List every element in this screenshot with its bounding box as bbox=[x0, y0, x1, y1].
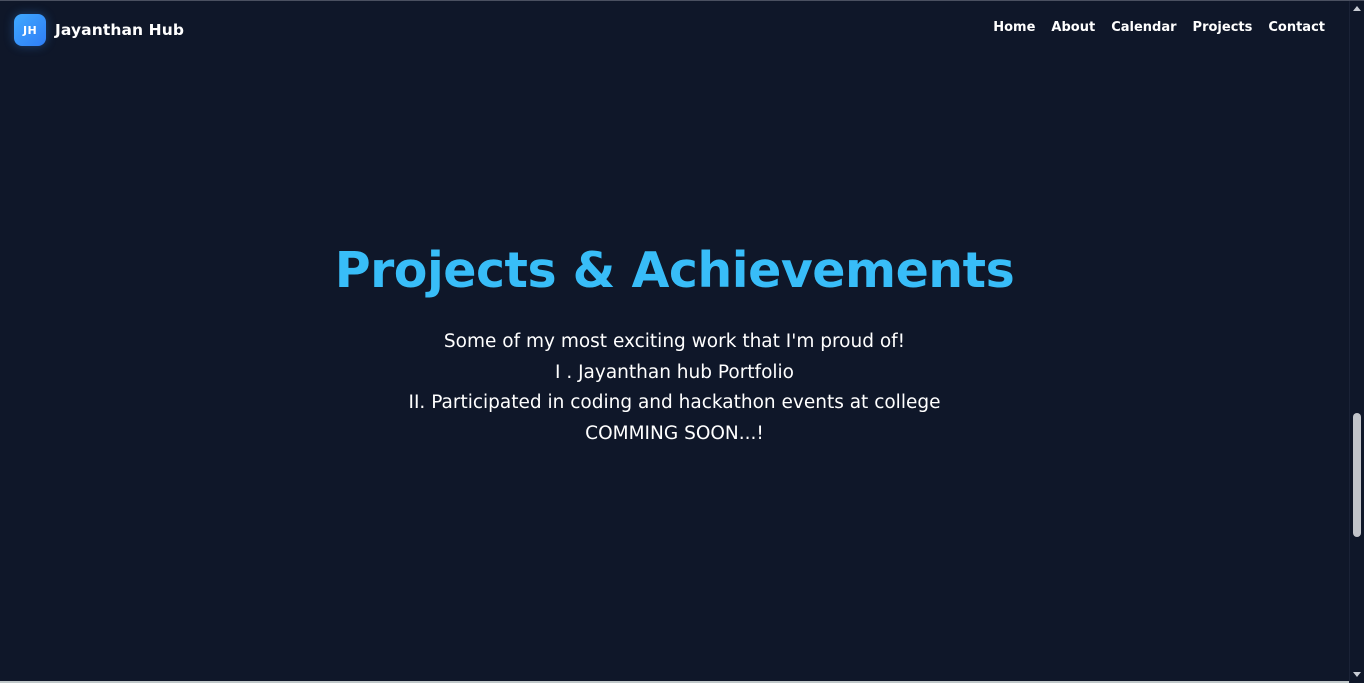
section-title: Projects & Achievements bbox=[334, 242, 1015, 299]
projects-section: Projects & Achievements Some of my most … bbox=[0, 233, 1349, 450]
scroll-thumb[interactable] bbox=[1353, 413, 1361, 537]
section-description: Some of my most exciting work that I'm p… bbox=[0, 327, 1349, 450]
nav-link-calendar[interactable]: Calendar bbox=[1111, 20, 1176, 35]
navbar: JH Jayanthan Hub Home About Calendar Pro… bbox=[0, 1, 1349, 59]
vertical-scrollbar[interactable] bbox=[1349, 1, 1364, 683]
scroll-down-icon[interactable] bbox=[1353, 672, 1361, 677]
scroll-up-icon[interactable] bbox=[1353, 6, 1361, 11]
nav-link-home[interactable]: Home bbox=[993, 20, 1035, 35]
browser-viewport: JH Jayanthan Hub Home About Calendar Pro… bbox=[0, 0, 1364, 683]
nav-link-projects[interactable]: Projects bbox=[1193, 20, 1253, 35]
project-item: I . Jayanthan hub Portfolio bbox=[554, 361, 794, 383]
achievement-item: II. Participated in coding and hackathon… bbox=[408, 392, 941, 414]
nav-link-about[interactable]: About bbox=[1051, 20, 1095, 35]
brand-link[interactable]: JH Jayanthan Hub bbox=[14, 14, 184, 46]
page: JH Jayanthan Hub Home About Calendar Pro… bbox=[0, 1, 1349, 683]
coming-soon-text: COMMING SOON...! bbox=[585, 423, 764, 445]
brand-logo: JH bbox=[14, 14, 46, 46]
brand-name: Jayanthan Hub bbox=[55, 21, 185, 39]
main-nav: Home About Calendar Projects Contact bbox=[993, 20, 1325, 35]
intro-text: Some of my most exciting work that I'm p… bbox=[443, 331, 906, 352]
nav-link-contact[interactable]: Contact bbox=[1268, 20, 1325, 35]
